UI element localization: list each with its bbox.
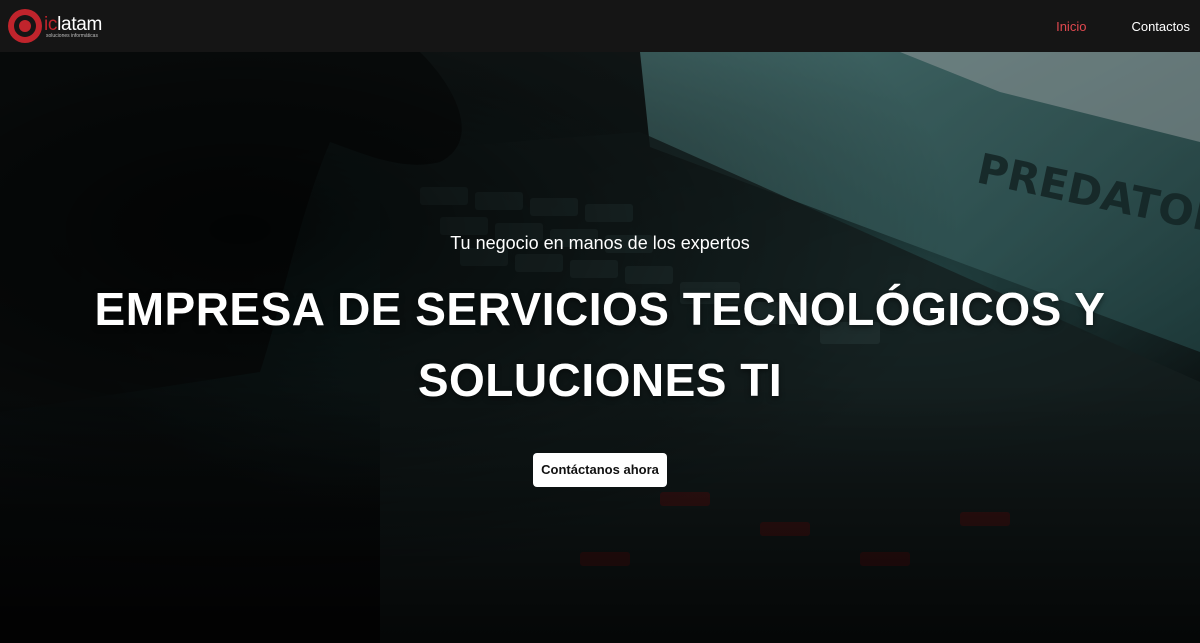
hero-subtitle: Tu negocio en manos de los expertos xyxy=(450,233,750,253)
logo-wordmark-ic: ic xyxy=(44,14,58,35)
hero-title-line-1: EMPRESA DE SERVICIOS TECNOLÓGICOS Y xyxy=(94,283,1106,335)
logo-wordmark-latam: latam xyxy=(57,14,103,35)
nav-link-inicio[interactable]: Inicio xyxy=(1056,19,1086,34)
hero-section: PREDATOR xyxy=(0,52,1200,643)
hero-title: EMPRESA DE SERVICIOS TECNOLÓGICOS Y SOLU… xyxy=(70,274,1130,416)
logo-text: iclatam soluciones informáticas xyxy=(44,9,124,43)
main-nav: Inicio Contactos xyxy=(1011,0,1190,52)
page: iclatam soluciones informáticas Inicio C… xyxy=(0,0,1200,643)
hero-title-line-2: SOLUCIONES TI xyxy=(417,354,783,406)
nav-link-contactos[interactable]: Contactos xyxy=(1131,19,1190,34)
contact-now-button[interactable]: Contáctanos ahora xyxy=(533,453,667,487)
brand-logo[interactable]: iclatam soluciones informáticas xyxy=(8,9,124,43)
logo-tagline: soluciones informáticas xyxy=(46,33,98,39)
navbar: iclatam soluciones informáticas Inicio C… xyxy=(0,0,1200,52)
logo-wordmark: iclatam xyxy=(44,15,102,34)
logo-ring-icon xyxy=(8,9,42,43)
